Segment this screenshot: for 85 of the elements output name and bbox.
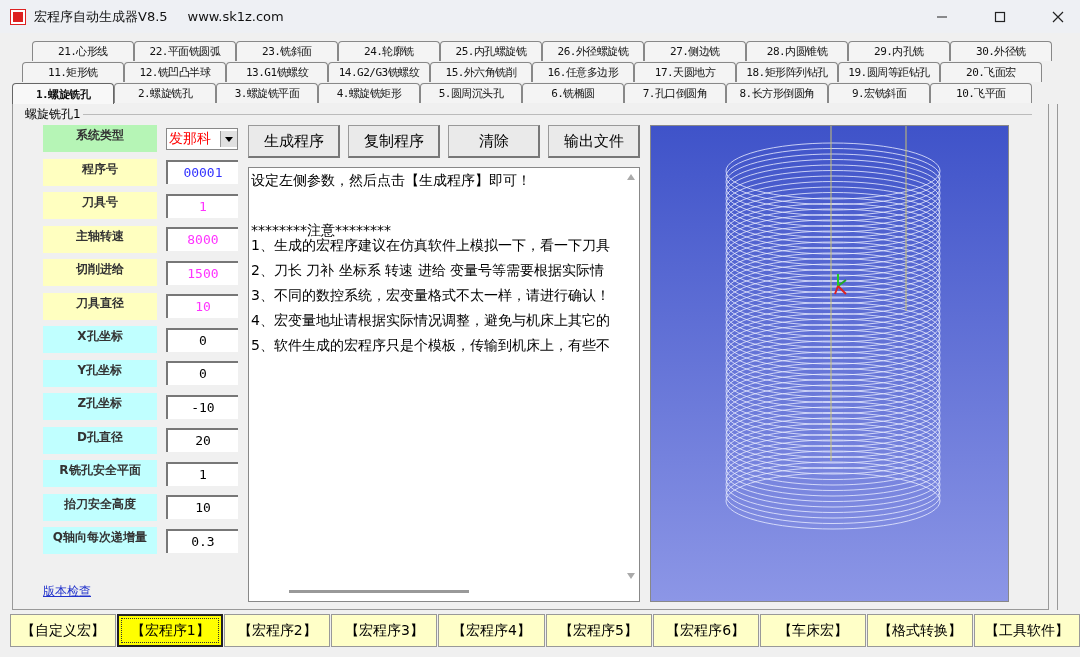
close-icon[interactable] — [1052, 10, 1064, 23]
app-icon — [10, 8, 26, 25]
tab[interactable]: 22.平面铣圆弧 — [134, 41, 236, 61]
tab[interactable]: 2.螺旋铣孔 — [114, 83, 216, 103]
param-label: 系统类型 — [43, 125, 157, 153]
tab[interactable]: 8.长方形倒圆角 — [726, 83, 828, 103]
module-button[interactable]: 【宏程序4】 — [438, 614, 545, 647]
module-button[interactable]: 【宏程序5】 — [545, 614, 652, 647]
module-button[interactable]: 【宏程序2】 — [224, 614, 331, 647]
hscroll-thumb[interactable] — [289, 590, 469, 593]
tab[interactable]: 16.任意多边形 — [532, 62, 634, 82]
module-button[interactable]: 【宏程序1】 — [117, 614, 224, 647]
tab[interactable]: 25.内孔螺旋铣 — [440, 41, 542, 61]
param-label: X孔坐标 — [43, 326, 157, 354]
param-label: 切削进给 — [43, 259, 157, 287]
module-button[interactable]: 【工具软件】 — [973, 614, 1080, 647]
param-label: 主轴转速 — [43, 225, 157, 253]
tab[interactable]: 28.内圆锥铣 — [746, 41, 848, 61]
param-label: 刀具号 — [43, 192, 157, 220]
action-button[interactable]: 输出文件 — [548, 125, 640, 158]
window-title: 宏程序自动生成器V8.5 — [34, 7, 168, 26]
tab[interactable]: 13.G1铣螺纹 — [226, 62, 328, 82]
tab[interactable]: 12.铣凹凸半球 — [124, 62, 226, 82]
module-button[interactable]: 【宏程序6】 — [652, 614, 759, 647]
system-select[interactable]: 发那科 — [165, 127, 238, 150]
output-line: ********注意******** — [251, 222, 391, 238]
website-url: www.sk1z.com — [187, 9, 284, 24]
tab[interactable]: 30.外径铣 — [950, 41, 1052, 61]
module-button[interactable]: 【宏程序3】 — [331, 614, 438, 647]
tab[interactable]: 9.宏铣斜面 — [828, 83, 930, 103]
tab[interactable]: 3.螺旋铣平面 — [216, 83, 318, 103]
tab[interactable]: 21.心形线 — [32, 41, 134, 61]
param-label: 刀具直径 — [43, 292, 157, 320]
tab[interactable]: 26.外径螺旋铣 — [542, 41, 644, 61]
tab[interactable]: 29.内孔铣 — [848, 41, 950, 61]
output-line: 1、生成的宏程序建议在仿真软件上模拟一下，看一下刀具 — [251, 237, 610, 253]
tab[interactable]: 18.矩形阵列钻孔 — [736, 62, 838, 82]
module-button[interactable]: 【车床宏】 — [759, 614, 866, 647]
tab[interactable]: 19.圆周等距钻孔 — [838, 62, 940, 82]
tab[interactable]: 7.孔口倒圆角 — [624, 83, 726, 103]
output-line: 设定左侧参数，然后点击【生成程序】即可！ — [251, 172, 531, 188]
tab[interactable]: 23.铣斜面 — [236, 41, 338, 61]
tab[interactable]: 10.飞平面 — [930, 83, 1032, 103]
output-line: 5、软件生成的宏程序只是个模板，传输到机床上，有些不 — [251, 337, 610, 353]
axis-icon — [834, 273, 847, 295]
param-label: Y孔坐标 — [43, 359, 157, 387]
param-label: 抬刀安全高度 — [43, 493, 157, 521]
module-button[interactable]: 【自定义宏】 — [10, 614, 117, 647]
tab[interactable]: 17.天圆地方 — [634, 62, 736, 82]
tab[interactable]: 15.外六角铣削 — [430, 62, 532, 82]
action-button[interactable]: 复制程序 — [348, 125, 440, 158]
maximize-icon[interactable] — [994, 10, 1006, 23]
scroll-up-icon[interactable] — [627, 174, 635, 180]
input-field[interactable]: 10 — [165, 495, 238, 520]
tab[interactable]: 27.侧边铣 — [644, 41, 746, 61]
tab[interactable]: 6.铣椭圆 — [522, 83, 624, 103]
group-title: 螺旋铣孔1 — [23, 106, 83, 123]
tab[interactable]: 24.轮廓铣 — [338, 41, 440, 61]
input-field[interactable]: 0 — [165, 327, 238, 352]
param-label: Q轴向每次递增量 — [43, 527, 157, 555]
input-field[interactable]: 0.3 — [165, 528, 238, 553]
action-button[interactable]: 生成程序 — [248, 125, 340, 158]
tab[interactable]: 14.G2/G3铣螺纹 — [328, 62, 430, 82]
version-check-link[interactable]: 版本检查 — [43, 582, 91, 600]
action-button[interactable]: 清除 — [448, 125, 540, 158]
input-field[interactable]: -10 — [165, 394, 238, 419]
output-textarea[interactable]: 设定左侧参数，然后点击【生成程序】即可！ ********注意******** 1、生成的宏程序建议在仿真软件上模拟一下，看一下刀具 2、刀长 刀补 坐标系 转速 进给 变量号等需要根据实际情 3、不同的数控系统，宏变量格式不太一样，请进行确认！ 4、宏变量地址请根据实际情况调整，避免与机床上其它的 5、软件生成的宏程序只是个模板，传输到机床上，有些不 — [248, 167, 640, 602]
input-field[interactable]: 1 — [165, 461, 238, 486]
module-button[interactable]: 【格式转换】 — [866, 614, 973, 647]
output-line: 3、不同的数控系统，宏变量格式不太一样，请进行确认！ — [251, 287, 610, 303]
param-label: 程序号 — [43, 158, 157, 186]
input-field[interactable]: 0 — [165, 361, 238, 386]
output-line: 4、宏变量地址请根据实际情况调整，避免与机床上其它的 — [251, 312, 610, 328]
param-label: D孔直径 — [43, 426, 157, 454]
input-field[interactable]: 20 — [165, 428, 238, 453]
scroll-down-icon[interactable] — [627, 573, 635, 579]
tab[interactable]: 5.圆周沉头孔 — [420, 83, 522, 103]
param-label: Z孔坐标 — [43, 393, 157, 421]
tab[interactable]: 1.螺旋铣孔 — [12, 83, 114, 105]
tab[interactable]: 4.螺旋铣矩形 — [318, 83, 420, 103]
tab[interactable]: 20.飞面宏 — [940, 62, 1042, 82]
input-field[interactable]: 00001 — [165, 160, 238, 185]
tab[interactable]: 11.矩形铣 — [22, 62, 124, 82]
output-line: 2、刀长 刀补 坐标系 转速 进给 变量号等需要根据实际情 — [251, 262, 605, 278]
param-label: R铣孔安全平面 — [43, 460, 157, 488]
